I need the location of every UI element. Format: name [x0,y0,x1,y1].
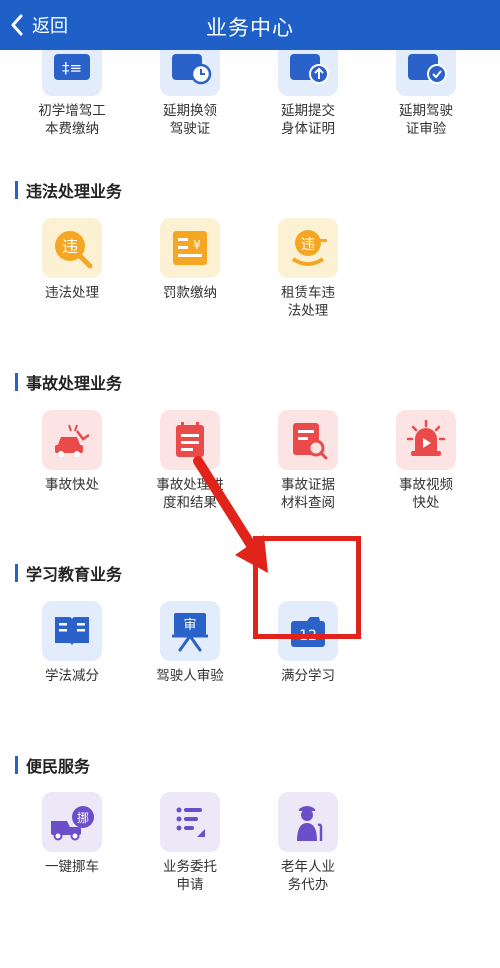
move-car-truck-icon: 挪 [42,792,102,852]
rental-violation-icon: 违 [278,218,338,278]
section-title-text: 学习教育业务 [26,565,123,584]
tile-license-renewal[interactable]: 延期换领 驾驶证 [140,50,240,138]
violation-search-icon: 违 [42,218,102,278]
elderly-person-icon [278,792,338,852]
section-bar [15,756,18,774]
tile-move-car[interactable]: 挪 一键挪车 [22,792,122,876]
tile-label: 老年人业 务代办 [281,859,335,893]
tile-label: 违法处理 [45,285,99,301]
section-title-text: 便民服务 [26,757,91,776]
video-alarm-icon [396,410,456,470]
svg-text:¥: ¥ [193,238,201,252]
tile-label: 业务委托 申请 [163,859,217,893]
tile-label: 初学增驾工 本费缴纳 [38,103,106,137]
top-bar: 返回 业务中心 [0,0,500,50]
svg-text:审: 审 [183,618,196,633]
tile-violation-handling[interactable]: 违 违法处理 [22,218,122,302]
section-title-text: 事故处理业务 [26,374,123,393]
tile-elderly-service[interactable]: 老年人业 务代办 [258,792,358,894]
svg-text:违: 违 [62,237,78,256]
tile-rental-violation[interactable]: 违 租赁车违 法处理 [258,218,358,320]
tile-study-points[interactable]: 学法减分 [22,601,122,685]
tile-label: 一键挪车 [45,859,99,875]
tile-label: 租赁车违 法处理 [281,285,335,319]
tile-license-check[interactable]: 延期驾驶 证审验 [376,50,476,138]
tile-business-delegation[interactable]: 业务委托 申请 [140,792,240,894]
page-title: 业务中心 [206,16,294,40]
tile-label: 延期提交 身体证明 [281,103,335,137]
tile-driver-review[interactable]: 审 驾驶人审验 [140,601,240,685]
tile-accident-video[interactable]: 事故视频 快处 [376,410,476,512]
tile-label: 罚款缴纳 [163,285,217,301]
tile-label: 满分学习 [281,668,335,684]
red-highlight-box [253,536,361,639]
section-title-convenience: 便民服务 [15,753,90,777]
section-title-text: 违法处理业务 [26,182,123,201]
tile-label: 驾驶人审验 [156,668,224,684]
fine-payment-icon: ¥ [160,218,220,278]
delegation-list-icon [160,792,220,852]
tile-label: 延期换领 驾驶证 [163,103,217,137]
tile-accident-quick[interactable]: 事故快处 [22,410,122,494]
fee-payment-icon: ‡≡ [42,50,102,96]
license-check-icon [396,50,456,96]
tile-fee-payment[interactable]: ‡≡ 初学增驾工 本费缴纳 [22,50,122,138]
tile-label: 延期驾驶 证审验 [399,103,453,137]
book-icon [42,601,102,661]
section-title-violation: 违法处理业务 [15,178,122,202]
license-renewal-clock-icon [160,50,220,96]
tile-label: 学法减分 [45,668,99,684]
car-accident-icon [42,410,102,470]
review-board-icon: 审 [160,601,220,661]
tile-health-certificate[interactable]: 延期提交 身体证明 [258,50,358,138]
evidence-search-icon [278,410,338,470]
tile-label: 事故视频 快处 [399,477,453,511]
tile-label: 事故快处 [45,477,99,493]
section-bar [15,564,18,582]
section-bar [15,373,18,391]
svg-text:‡≡: ‡≡ [62,59,82,77]
health-upload-icon [278,50,338,96]
section-title-education: 学习教育业务 [15,561,122,585]
section-bar [15,181,18,199]
svg-text:挪: 挪 [77,811,89,825]
tile-fine-payment[interactable]: ¥ 罚款缴纳 [140,218,240,302]
section-title-accident: 事故处理业务 [15,370,122,394]
svg-text:违: 违 [301,237,315,253]
